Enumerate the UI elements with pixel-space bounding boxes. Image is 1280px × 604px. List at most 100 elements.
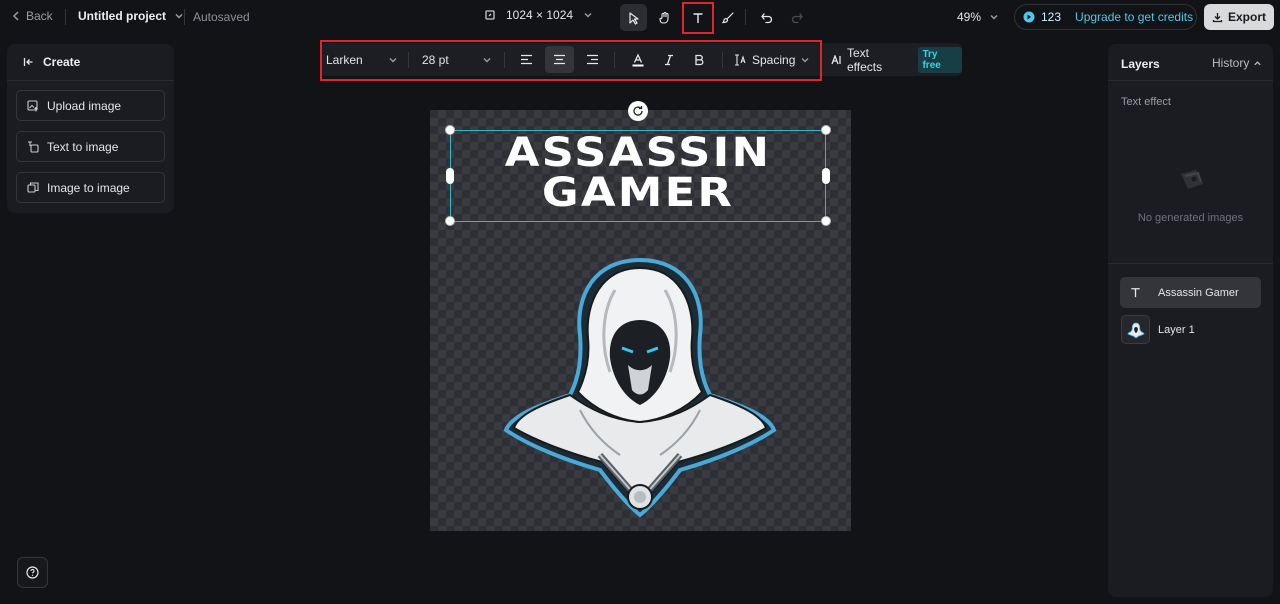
brush-tool-button[interactable] — [714, 4, 741, 31]
resize-handle-bottom-right[interactable] — [821, 216, 831, 226]
layer-thumbnail — [1121, 315, 1150, 344]
empty-state-text: No generated images — [1137, 212, 1244, 224]
chevron-down-icon — [174, 11, 184, 21]
rotate-icon — [632, 105, 644, 117]
font-family-value: Larken — [326, 52, 363, 67]
align-center-button[interactable] — [545, 46, 574, 73]
resize-handle-bottom-left[interactable] — [445, 216, 455, 226]
resize-handle-right[interactable] — [822, 168, 830, 184]
text-color-icon — [631, 52, 645, 67]
bold-button[interactable] — [684, 46, 713, 73]
resize-handle-left[interactable] — [446, 168, 454, 184]
undo-icon — [760, 11, 774, 25]
select-tool-button[interactable] — [620, 4, 647, 31]
ai-icon — [831, 54, 842, 65]
layers-panel-header: Layers History — [1108, 44, 1273, 81]
project-name: Untitled project — [78, 9, 167, 23]
hand-icon — [658, 11, 672, 25]
layer-item-layer-1[interactable]: Layer 1 — [1120, 314, 1261, 345]
empty-gallery-icon — [1176, 164, 1208, 196]
divider — [722, 52, 723, 68]
chevron-down-icon — [388, 55, 398, 65]
credits-icon — [1023, 11, 1035, 23]
canvas-dimensions: 1024 × 1024 — [506, 8, 574, 22]
top-bar: Back Untitled project Autosaved 1024 × 1… — [0, 0, 1280, 34]
project-name-dropdown[interactable]: Untitled project — [78, 9, 184, 23]
brush-icon — [721, 11, 735, 25]
align-center-icon — [553, 54, 566, 65]
divider — [65, 9, 66, 25]
text-effects-label: Text effects — [847, 45, 883, 74]
layer-label: Layer 1 — [1158, 323, 1195, 336]
export-button[interactable]: Export — [1204, 4, 1274, 30]
upload-image-button[interactable]: Upload image — [16, 90, 165, 121]
back-button[interactable]: Back — [12, 9, 53, 23]
create-title: Create — [43, 55, 81, 69]
autosaved-status: Autosaved — [193, 10, 250, 24]
text-icon — [1121, 278, 1150, 307]
selection-box[interactable] — [450, 130, 826, 222]
undo-button[interactable] — [753, 4, 780, 31]
rotate-handle[interactable] — [628, 101, 648, 121]
text-formatting-toolbar: Larken 28 pt Spacing Text effects Try fr… — [320, 43, 962, 76]
help-icon — [26, 566, 39, 579]
font-size-dropdown[interactable]: 28 pt — [422, 43, 492, 76]
upload-image-icon — [27, 99, 39, 112]
history-toggle[interactable]: History — [1212, 56, 1262, 70]
hand-tool-button[interactable] — [651, 4, 678, 31]
collapse-left-icon — [23, 56, 35, 68]
credits-count: 123 — [1041, 10, 1062, 24]
resize-handle-top-left[interactable] — [445, 125, 455, 135]
layer-item-assassin-gamer[interactable]: Assassin Gamer — [1120, 277, 1261, 308]
zoom-dropdown[interactable]: 49% — [957, 10, 999, 24]
chevron-down-icon — [583, 10, 593, 20]
resize-handle-top-right[interactable] — [821, 125, 831, 135]
help-button[interactable] — [17, 557, 48, 588]
text-icon — [691, 11, 705, 25]
image-to-image-icon — [27, 181, 39, 194]
align-right-icon — [586, 54, 599, 65]
spacing-label: Spacing — [752, 52, 796, 67]
text-effects-button[interactable]: Text effects Try free — [831, 43, 962, 76]
layers-panel: Layers History Text effect No generated … — [1108, 44, 1273, 597]
text-tool-button[interactable] — [684, 4, 711, 31]
divider — [408, 52, 409, 68]
create-panel: Create Upload image Text to image Image … — [7, 44, 174, 213]
text-to-image-button[interactable]: Text to image — [16, 131, 165, 162]
bold-icon — [693, 54, 705, 66]
align-left-button[interactable] — [512, 46, 541, 73]
layers-tab[interactable]: Layers — [1121, 57, 1160, 71]
chevron-left-icon — [12, 10, 21, 22]
text-effect-heading: Text effect — [1121, 96, 1171, 108]
chevron-down-icon — [482, 55, 492, 65]
cursor-icon — [627, 11, 641, 25]
redo-button[interactable] — [783, 4, 810, 31]
align-right-button[interactable] — [578, 46, 607, 73]
font-size-value: 28 pt — [422, 52, 449, 67]
back-label: Back — [26, 9, 53, 23]
create-panel-header[interactable]: Create — [7, 44, 174, 81]
divider — [614, 52, 615, 68]
text-to-image-label: Text to image — [47, 139, 119, 154]
chevron-down-icon — [989, 12, 999, 22]
resize-icon — [484, 9, 496, 21]
italic-button[interactable] — [654, 46, 683, 73]
chevron-down-icon — [800, 55, 810, 65]
layer-label: Assassin Gamer — [1158, 286, 1239, 299]
text-color-button[interactable] — [623, 46, 652, 73]
spacing-dropdown[interactable]: Spacing — [734, 43, 810, 76]
redo-icon — [790, 11, 804, 25]
chevron-up-icon — [1253, 59, 1262, 68]
align-left-icon — [520, 54, 533, 65]
image-to-image-button[interactable]: Image to image — [16, 172, 165, 203]
font-family-dropdown[interactable]: Larken — [326, 43, 398, 76]
export-label: Export — [1227, 10, 1266, 24]
download-icon — [1212, 12, 1223, 23]
zoom-level: 49% — [957, 10, 982, 24]
upgrade-link: Upgrade to get credits — [1075, 10, 1194, 24]
credits-upgrade-button[interactable]: 123 Upgrade to get credits — [1014, 4, 1197, 30]
image-to-image-label: Image to image — [47, 180, 130, 195]
canvas-size-dropdown[interactable]: 1024 × 1024 — [484, 8, 593, 22]
divider — [1108, 263, 1273, 264]
divider — [745, 9, 746, 25]
